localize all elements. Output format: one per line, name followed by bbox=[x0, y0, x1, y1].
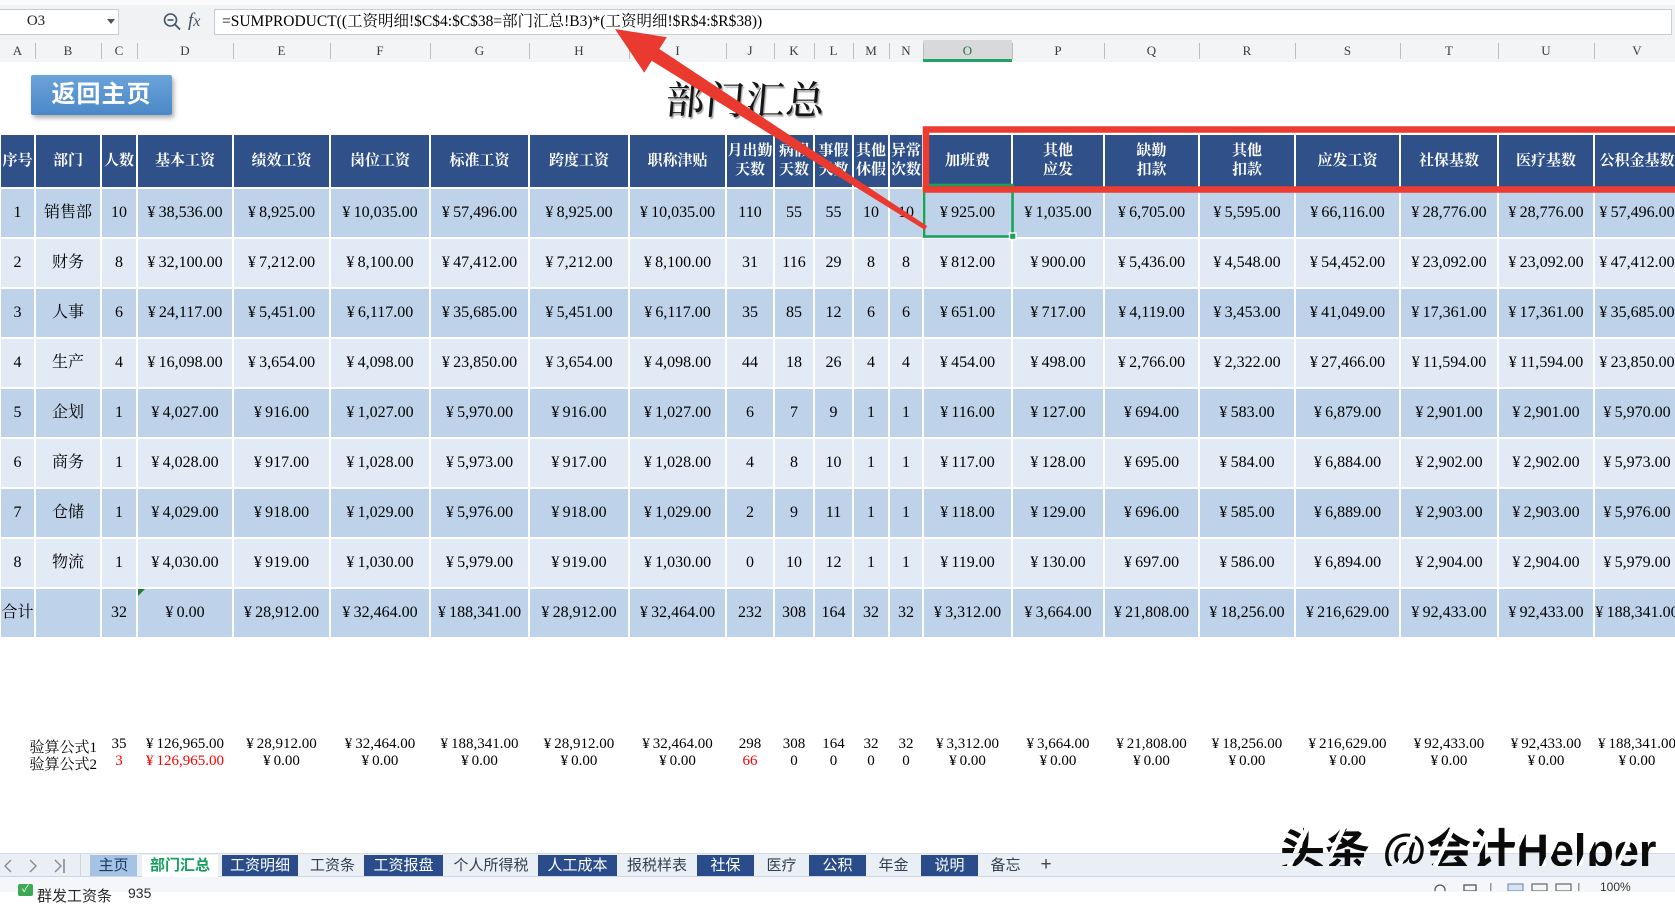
svg-text:100%: 100% bbox=[1600, 881, 1631, 891]
